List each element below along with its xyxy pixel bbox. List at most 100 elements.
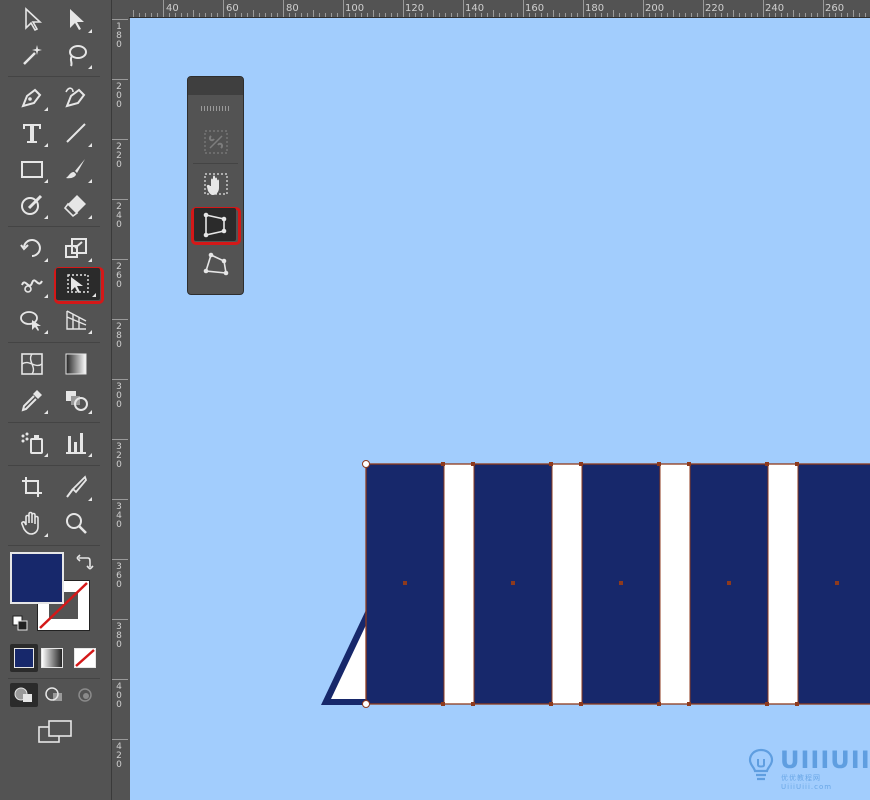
direct-selection-tool[interactable] xyxy=(56,2,96,36)
constrain-option[interactable] xyxy=(193,124,238,160)
blend-tool[interactable] xyxy=(56,383,96,417)
ruler-tick xyxy=(145,13,146,17)
vertical-ruler: 180 200 220 240 260 280 300 320 340 360 380 400 420 xyxy=(112,17,128,800)
perspective-distort-option[interactable] xyxy=(194,208,236,241)
curvature-tool[interactable] xyxy=(56,80,96,114)
ruler-tick xyxy=(139,13,140,17)
ruler-tick xyxy=(613,10,614,17)
free-distort-option[interactable] xyxy=(193,247,238,283)
default-fill-stroke-icon[interactable] xyxy=(11,614,29,632)
ruler-tick xyxy=(313,10,314,17)
ruler-tick xyxy=(112,559,128,560)
ruler-tick xyxy=(733,10,734,17)
pen-tool[interactable] xyxy=(12,80,52,114)
shape-builder-tool[interactable] xyxy=(12,303,52,337)
ruler-tick xyxy=(565,13,566,17)
ruler-tick xyxy=(151,13,152,17)
magic-wand-tool[interactable] xyxy=(12,38,52,72)
ruler-tick xyxy=(745,13,746,17)
lightbulb-icon xyxy=(748,748,774,781)
ruler-tick xyxy=(283,0,284,17)
artboard-tool[interactable] xyxy=(12,470,52,504)
line-segment-tool[interactable] xyxy=(56,116,96,150)
ruler-tick xyxy=(727,13,728,17)
type-tool[interactable] xyxy=(12,116,52,150)
free-transform-option[interactable] xyxy=(193,167,238,203)
ruler-tick xyxy=(583,0,584,17)
ruler-tick xyxy=(112,439,128,440)
none-mode-button[interactable] xyxy=(74,648,96,668)
line-icon xyxy=(66,123,86,143)
ruler-label: 80 xyxy=(286,3,299,14)
lasso-tool[interactable] xyxy=(56,38,96,72)
ruler-tick xyxy=(112,139,128,140)
swap-fill-stroke-icon[interactable] xyxy=(76,553,94,571)
scale-tool[interactable] xyxy=(56,231,96,265)
ruler-tick xyxy=(619,13,620,17)
panel-grip[interactable] xyxy=(201,106,230,111)
column-graph-tool[interactable] xyxy=(56,426,96,460)
symbol-sprayer-tool[interactable] xyxy=(12,426,52,460)
draw-inside-button[interactable] xyxy=(72,683,100,707)
ruler-tick xyxy=(751,13,752,17)
ruler-tick xyxy=(691,13,692,17)
ruler-label: 200 xyxy=(116,82,122,110)
draw-normal-button[interactable] xyxy=(10,683,38,707)
slice-knife-icon xyxy=(66,475,88,498)
free-transform-icon xyxy=(67,274,89,293)
shape-builder-icon xyxy=(20,311,41,331)
ruler-tick xyxy=(757,13,758,17)
ruler-tick xyxy=(679,13,680,17)
gradient-mode-button[interactable] xyxy=(41,648,63,668)
draw-behind-button[interactable] xyxy=(41,683,69,707)
fill-swatch[interactable] xyxy=(10,552,64,604)
selection-tool[interactable] xyxy=(12,2,52,36)
artboard-artwork[interactable] xyxy=(0,0,870,800)
ruler-tick xyxy=(793,10,794,17)
column-graph-icon xyxy=(66,433,86,454)
ruler-tick xyxy=(247,13,248,17)
ruler-tick xyxy=(577,13,578,17)
ruler-tick xyxy=(241,13,242,17)
paintbrush-tool[interactable] xyxy=(56,152,96,186)
mesh-tool[interactable] xyxy=(12,347,52,381)
ruler-tick xyxy=(481,13,482,17)
zoom-tool[interactable] xyxy=(56,506,96,540)
ruler-tick xyxy=(319,13,320,17)
free-transform-widget[interactable] xyxy=(187,76,244,295)
warp-tool[interactable] xyxy=(12,267,52,301)
rectangle-tool[interactable] xyxy=(12,152,52,186)
gradient-icon xyxy=(65,353,87,375)
panel-title-bar[interactable] xyxy=(188,77,243,95)
perspective-grid-tool[interactable] xyxy=(56,303,96,337)
ruler-tick xyxy=(841,13,842,17)
slice-tool[interactable] xyxy=(56,470,96,504)
rotate-tool[interactable] xyxy=(12,231,52,265)
ruler-tick xyxy=(409,13,410,17)
ruler-tick xyxy=(445,13,446,17)
ruler-tick xyxy=(439,13,440,17)
stripe xyxy=(798,464,870,704)
shaper-tool[interactable] xyxy=(12,188,52,222)
ruler-tick xyxy=(379,13,380,17)
free-transform-tool[interactable] xyxy=(56,268,100,300)
magic-wand-icon xyxy=(23,45,42,65)
ruler-tick xyxy=(265,13,266,17)
ruler-tick xyxy=(601,13,602,17)
ruler-tick xyxy=(373,10,374,17)
ruler-tick xyxy=(289,13,290,17)
ruler-label: 40 xyxy=(166,3,179,14)
ruler-tick xyxy=(547,13,548,17)
eraser-tool[interactable] xyxy=(56,188,96,222)
free-distort-icon xyxy=(203,252,228,276)
ruler-tick xyxy=(211,13,212,17)
hand-tool[interactable] xyxy=(12,506,52,540)
color-mode-button[interactable] xyxy=(10,644,38,672)
ruler-label: 400 xyxy=(116,682,122,710)
ruler-tick xyxy=(589,13,590,17)
ruler-label: 300 xyxy=(116,382,122,410)
screen-mode-button[interactable] xyxy=(36,718,74,748)
gradient-tool[interactable] xyxy=(56,347,96,381)
eyedropper-tool[interactable] xyxy=(12,383,52,417)
tools-panel xyxy=(0,0,111,800)
